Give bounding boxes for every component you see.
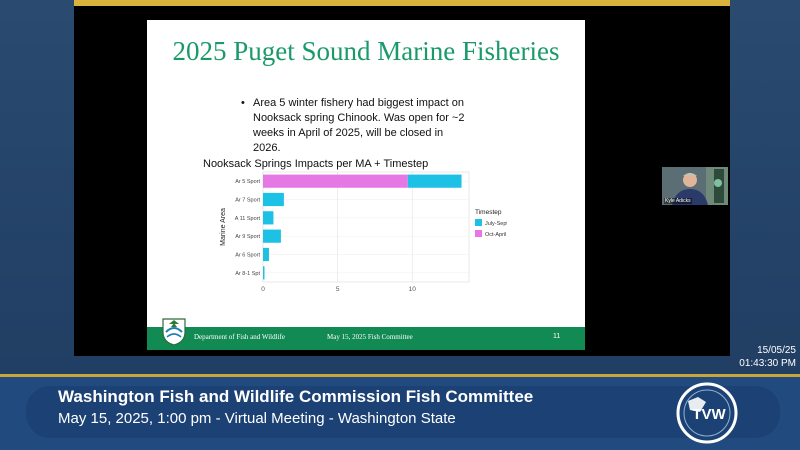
y-tick-label: Ar 8-1 Spt	[235, 271, 260, 277]
bar-segment	[263, 174, 408, 188]
y-tick-label: Ar 6 Sport	[235, 253, 260, 259]
bar-segment	[263, 229, 281, 243]
bullet-text: Area 5 winter fishery had biggest impact…	[253, 97, 465, 154]
legend-label: July-Sept	[485, 221, 507, 227]
legend-label: Oct-April	[485, 232, 506, 238]
legend-swatch	[475, 219, 482, 226]
tvw-logo-icon: TVW	[676, 382, 738, 444]
y-tick-label: Ar 9 Sport	[235, 234, 260, 240]
y-tick-label: A 11 Sport	[235, 216, 261, 222]
bar-segment	[263, 192, 284, 207]
bar-segment	[263, 247, 269, 262]
impacts-chart: 0 5 10 Ar 5 Sport Ar 7 Sport A 11 Sport Ar 9 S…	[220, 171, 507, 293]
slide-title: 2025 Puget Sound Marine Fisheries	[172, 36, 560, 66]
x-tick-label: 5	[336, 286, 340, 293]
banner-subtitle: May 15, 2025, 1:00 pm - Virtual Meeting …	[58, 410, 456, 427]
legend-title: Timestep	[475, 209, 502, 216]
x-tick-label: 0	[261, 286, 265, 293]
slide-number: 11	[553, 333, 561, 340]
timestamp-time: 01:43:30 PM	[739, 358, 796, 369]
bar-segment	[407, 174, 462, 188]
footer-meeting: May 15, 2025 Fish Committee	[327, 333, 413, 341]
bullet-dot-icon: •	[241, 97, 245, 109]
wdfw-logo-icon	[162, 318, 186, 346]
bar-segment	[263, 266, 265, 280]
legend-swatch	[475, 230, 482, 237]
footer-department: Department of Fish and Wildlife	[194, 333, 285, 341]
y-tick-label: Ar 5 Sport	[235, 179, 260, 185]
video-top-strip	[74, 0, 730, 6]
y-axis-label: Marine Area	[220, 208, 227, 246]
participant-name: Kyle Adicks	[664, 198, 692, 204]
x-tick-label: 10	[409, 286, 417, 293]
presentation-slide: 2025 Puget Sound Marine Fisheries • Area…	[147, 20, 585, 350]
y-tick-label: Ar 7 Sport	[235, 198, 260, 204]
bullet-point: • Area 5 winter fishery had biggest impa…	[241, 96, 473, 156]
tvw-logo-text: TVW	[692, 406, 726, 423]
chart-plot-area	[262, 171, 470, 283]
timestamp-date: 15/05/25	[757, 345, 796, 356]
timestamp: 15/05/25 01:43:30 PM	[739, 344, 796, 370]
banner-gold-rule	[0, 374, 800, 377]
banner-title: Washington Fish and Wildlife Commission …	[58, 387, 534, 406]
bar-segment	[263, 211, 274, 225]
